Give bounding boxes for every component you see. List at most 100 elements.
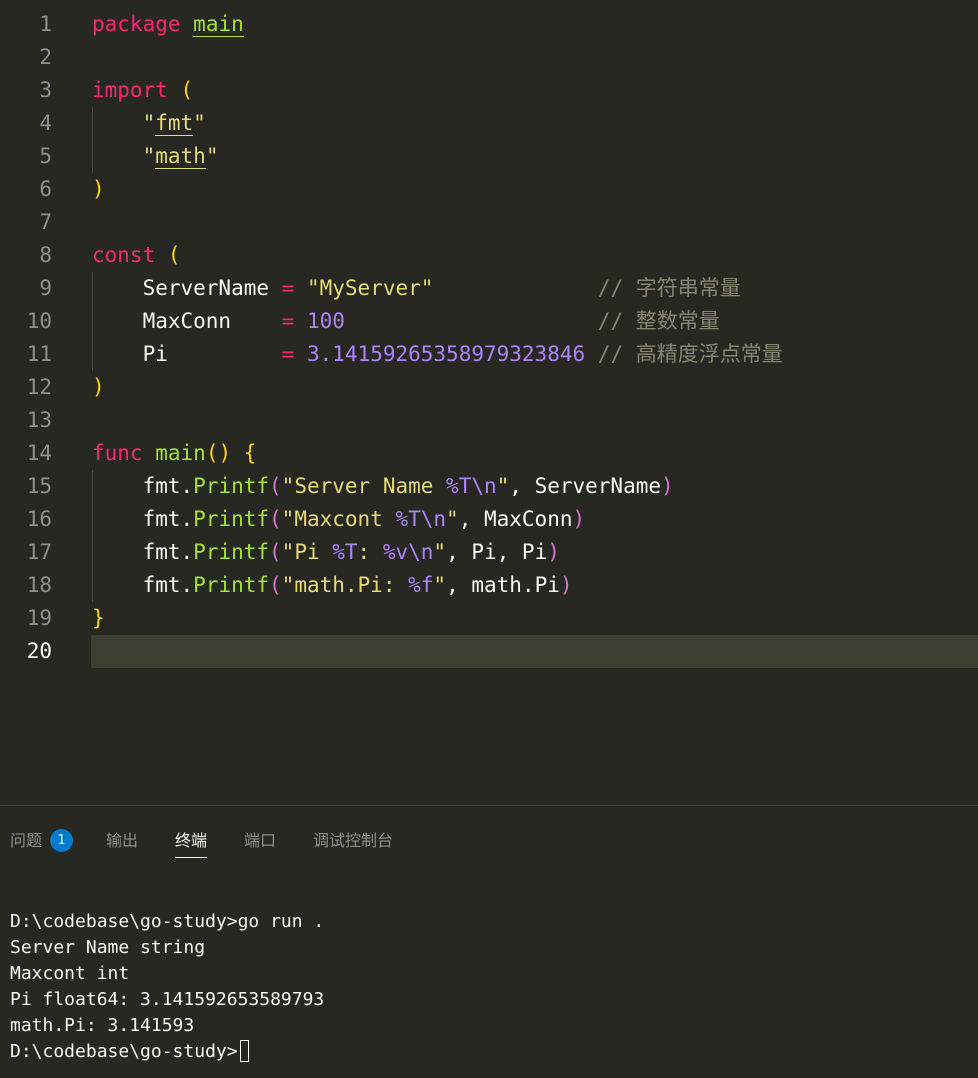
- code-text: ): [92, 173, 105, 206]
- code-line[interactable]: 1 package main: [0, 8, 978, 41]
- line-number: 14: [26, 441, 52, 465]
- comment-slash: //: [597, 309, 624, 333]
- tab-terminal[interactable]: 终端: [175, 830, 208, 858]
- code-line-current[interactable]: 20: [0, 635, 978, 668]
- open-brace: {: [243, 441, 257, 465]
- method-printf: Printf: [193, 573, 270, 597]
- number-literal: 100: [306, 309, 345, 333]
- code-line[interactable]: 2: [0, 41, 978, 74]
- code-text: ): [92, 371, 105, 404]
- arguments: , ServerName: [509, 474, 661, 498]
- assign-op: =: [281, 342, 295, 366]
- format-verb: %v\n: [382, 540, 434, 564]
- open-paren: (: [269, 474, 282, 498]
- comment-text: 字符串常量: [635, 276, 741, 300]
- const-pi: Pi: [142, 342, 168, 366]
- code-line[interactable]: 3 import (: [0, 74, 978, 107]
- arguments: , Pi, Pi: [446, 540, 548, 564]
- assign-op: =: [281, 276, 295, 300]
- open-paren: (: [269, 507, 282, 531]
- tab-output[interactable]: 输出: [106, 830, 138, 852]
- code-text: Pi = 3.14159265358979323846 // 高精度浮点常量: [92, 338, 783, 371]
- line-number: 1: [39, 12, 52, 36]
- parens: (): [205, 441, 232, 465]
- method-printf: Printf: [193, 474, 270, 498]
- line-number: 6: [39, 177, 52, 201]
- quote: ": [446, 507, 459, 531]
- line-number: 17: [26, 540, 52, 564]
- string-literal: "Server Name: [281, 474, 447, 498]
- arguments: , math.Pi: [446, 573, 560, 597]
- terminal-prompt-line[interactable]: D:\codebase\go-study>: [10, 1039, 249, 1065]
- terminal-line: math.Pi: 3.141593: [10, 1015, 195, 1036]
- string-literal: "MyServer": [306, 276, 434, 300]
- code-line[interactable]: 19 }: [0, 602, 978, 635]
- line-number: 12: [26, 375, 52, 399]
- code-text: fmt.Printf("Server Name %T\n", ServerNam…: [92, 470, 674, 503]
- code-line[interactable]: 9 ServerName = "MyServer" // 字符串常量: [0, 272, 978, 305]
- package-name: main: [193, 12, 244, 37]
- line-number: 5: [39, 144, 52, 168]
- terminal-line: Maxcont int: [10, 963, 130, 984]
- open-paren: (: [269, 573, 282, 597]
- line-number: 7: [39, 210, 52, 234]
- keyword-func: func: [92, 441, 143, 465]
- code-line[interactable]: 12 ): [0, 371, 978, 404]
- line-number: 3: [39, 78, 52, 102]
- format-verb: %T\n: [446, 474, 497, 498]
- quote: ": [142, 144, 156, 168]
- keyword-package: package: [92, 12, 181, 36]
- const-servername: ServerName: [142, 276, 270, 300]
- terminal-cursor: [239, 1040, 249, 1062]
- close-brace: }: [92, 606, 105, 630]
- line-number: 2: [39, 45, 52, 69]
- format-verb: %T\n: [395, 507, 447, 531]
- code-line[interactable]: 16 fmt.Printf("Maxcont %T\n", MaxConn): [0, 503, 978, 536]
- code-text: const (: [92, 239, 181, 272]
- quote: ": [193, 111, 206, 135]
- comment-text: 高精度浮点常量: [635, 342, 783, 366]
- code-line[interactable]: 18 fmt.Printf("math.Pi: %f", math.Pi): [0, 569, 978, 602]
- float-literal: 3.14159265358979323846: [306, 342, 586, 366]
- format-verb: %f: [408, 573, 434, 597]
- tab-debug-console[interactable]: 调试控制台: [313, 830, 393, 852]
- code-line[interactable]: 8 const (: [0, 239, 978, 272]
- quote: ": [433, 540, 447, 564]
- import-fmt: fmt: [155, 111, 194, 136]
- code-editor[interactable]: 1 package main 2 3 import ( 4 "fmt" 5 "m…: [0, 0, 978, 805]
- code-line[interactable]: 14 func main() {: [0, 437, 978, 470]
- keyword-import: import: [92, 78, 168, 102]
- code-line[interactable]: 7: [0, 206, 978, 239]
- comment-slash: //: [597, 276, 624, 300]
- terminal-line: Pi float64: 3.141592653589793: [10, 989, 325, 1010]
- pkg-fmt: fmt.: [142, 507, 194, 531]
- function-name: main: [155, 441, 206, 465]
- quote: ": [142, 111, 156, 135]
- code-line[interactable]: 17 fmt.Printf("Pi %T: %v\n", Pi, Pi): [0, 536, 978, 569]
- bottom-panel: 问题 1 输出 终端 端口 调试控制台 D:\codebase\go-study…: [0, 805, 978, 1078]
- tab-problems[interactable]: 问题: [10, 830, 42, 852]
- close-paren: ): [559, 573, 573, 597]
- code-line[interactable]: 6 ): [0, 173, 978, 206]
- string-literal: :: [357, 540, 383, 564]
- close-paren: ): [92, 177, 105, 201]
- close-paren: ): [547, 540, 560, 564]
- code-line[interactable]: 10 MaxConn = 100 // 整数常量: [0, 305, 978, 338]
- code-text: ServerName = "MyServer" // 字符串常量: [92, 272, 741, 305]
- quote: ": [205, 144, 219, 168]
- comment-slash: //: [597, 342, 624, 366]
- string-literal: "math.Pi:: [281, 573, 409, 597]
- method-printf: Printf: [193, 507, 270, 531]
- close-paren: ): [572, 507, 586, 531]
- code-line[interactable]: 15 fmt.Printf("Server Name %T\n", Server…: [0, 470, 978, 503]
- code-line[interactable]: 11 Pi = 3.14159265358979323846 // 高精度浮点常…: [0, 338, 978, 371]
- current-line-highlight: [91, 635, 978, 668]
- tab-ports[interactable]: 端口: [244, 830, 276, 852]
- code-line[interactable]: 13: [0, 404, 978, 437]
- const-maxconn: MaxConn: [142, 309, 232, 333]
- arguments: , MaxConn: [458, 507, 573, 531]
- code-line[interactable]: 5 "math": [0, 140, 978, 173]
- string-literal: "Maxcont: [281, 507, 396, 531]
- line-number: 15: [26, 474, 52, 498]
- code-line[interactable]: 4 "fmt": [0, 107, 978, 140]
